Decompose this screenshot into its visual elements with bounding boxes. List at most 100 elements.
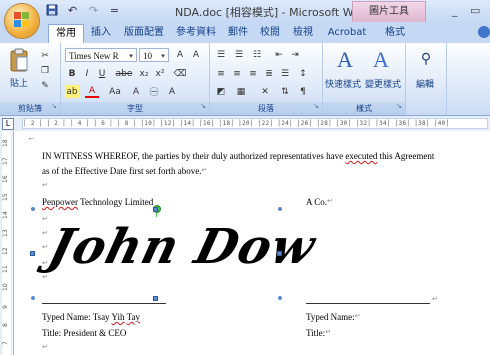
resize-handle-top-left[interactable] bbox=[31, 207, 35, 211]
tab-home[interactable]: 常用 bbox=[48, 24, 84, 44]
bullets-icon[interactable]: ☰ bbox=[214, 48, 228, 61]
resize-handle-top[interactable] bbox=[153, 207, 158, 212]
quick-styles-icon[interactable]: A bbox=[333, 47, 357, 73]
align-left-icon[interactable]: ≡ bbox=[214, 67, 228, 80]
justify-icon[interactable]: ≣ bbox=[262, 67, 276, 80]
italic-button[interactable]: I bbox=[80, 67, 94, 80]
resize-handle-right[interactable] bbox=[277, 251, 282, 256]
paragraph-mark: ↵ bbox=[354, 312, 361, 320]
multilevel-list-icon[interactable]: ☷ bbox=[250, 48, 264, 61]
change-styles-icon[interactable]: A bbox=[367, 47, 395, 73]
tab-selector-icon[interactable]: L bbox=[2, 118, 14, 130]
title-left[interactable]: Title: President & CEO bbox=[42, 328, 126, 338]
format-painter-icon[interactable]: ✎ bbox=[38, 79, 52, 92]
paragraph-mark: ↵ bbox=[327, 197, 333, 205]
ribbon: 貼上 ✂ ❐ ✎ 剪貼簿 ↘ Times New R ▾ 10 ▾ A A B I U… bbox=[0, 43, 490, 116]
show-marks-icon[interactable]: ¶ bbox=[296, 85, 310, 98]
clear-formatting-icon[interactable]: ⌫ bbox=[173, 67, 187, 80]
resize-handle-top-right[interactable] bbox=[278, 207, 282, 211]
vruler-mark: 18 bbox=[2, 139, 9, 147]
company-name-word: Penpower bbox=[42, 197, 78, 207]
tab-review[interactable]: 校閱 bbox=[256, 24, 284, 42]
resize-handle-bottom-right[interactable] bbox=[278, 296, 282, 300]
strikethrough-button[interactable]: abe bbox=[113, 67, 135, 80]
phonetic-guide-button[interactable]: A bbox=[165, 85, 179, 98]
font-color-button[interactable]: A bbox=[85, 85, 99, 98]
change-styles-label[interactable]: 變更樣式 bbox=[365, 77, 401, 90]
clipboard-label-text: 剪貼簿 bbox=[18, 104, 42, 113]
numbering-icon[interactable]: ☰ bbox=[232, 48, 246, 61]
tab-mailings[interactable]: 郵件 bbox=[224, 24, 252, 42]
witness-paragraph-line1[interactable]: IN WITNESS WHEREOF, the parties by their… bbox=[42, 151, 434, 161]
paragraph-mark: ↵ bbox=[325, 328, 332, 336]
title-right[interactable]: Title: ↵ bbox=[306, 328, 331, 338]
change-case-button[interactable]: Aa bbox=[105, 85, 125, 98]
minimize-button[interactable]: _ bbox=[452, 4, 458, 17]
paste-icon[interactable] bbox=[8, 47, 30, 73]
resize-handle-left[interactable] bbox=[30, 251, 35, 256]
grow-font-icon[interactable]: A bbox=[173, 48, 187, 61]
party-right-name[interactable]: A Co. ↵ bbox=[306, 197, 333, 207]
clipboard-launcher-icon[interactable]: ↘ bbox=[51, 100, 57, 113]
styles-launcher-icon[interactable]: ↘ bbox=[396, 100, 402, 113]
party-left-name[interactable]: Penpower Technology Limited bbox=[42, 197, 153, 207]
horizontal-ruler[interactable]: L │ 2 │ │ 2 │ │ 4 │ │ 6 │ │ 8 │ │10│ │12… bbox=[0, 116, 490, 132]
highlight-icon[interactable]: ab bbox=[65, 85, 79, 98]
tab-view[interactable]: 檢視 bbox=[288, 24, 318, 42]
paragraph-mark: ↵ bbox=[42, 181, 48, 189]
cut-icon[interactable]: ✂ bbox=[38, 49, 52, 62]
distribute-icon[interactable]: ☰ bbox=[278, 67, 292, 80]
align-right-icon[interactable]: ≡ bbox=[246, 67, 260, 80]
decrease-indent-icon[interactable]: ⇤ bbox=[272, 48, 286, 61]
typed-name-right[interactable]: Typed Name: ↵ bbox=[306, 312, 360, 322]
tab-format[interactable]: 格式 bbox=[378, 24, 412, 42]
font-group-label: 字型 ↘ bbox=[61, 102, 209, 115]
chinese-layout-icon[interactable]: ✕ bbox=[258, 85, 272, 98]
enclose-char-icon[interactable]: ㊀ bbox=[147, 85, 161, 98]
vertical-ruler[interactable]: 18 17 16 15 14 13 12 11 10 9 8 7 bbox=[0, 131, 14, 355]
font-size-dropdown-icon[interactable]: ▾ bbox=[158, 49, 168, 61]
vruler-mark: 14 bbox=[2, 211, 9, 219]
font-name-box[interactable]: Times New R ▾ bbox=[65, 48, 137, 62]
copy-icon[interactable]: ❐ bbox=[38, 64, 52, 77]
font-size-box[interactable]: 10 ▾ bbox=[139, 48, 169, 62]
signature-image[interactable]: John Dow bbox=[43, 219, 321, 275]
tab-insert[interactable]: 插入 bbox=[86, 24, 116, 42]
align-center-icon[interactable]: ≡ bbox=[230, 67, 244, 80]
save-icon[interactable] bbox=[44, 3, 59, 17]
tab-references[interactable]: 參考資料 bbox=[172, 24, 220, 42]
bold-button[interactable]: B bbox=[65, 67, 79, 80]
resize-handle-bottom-left[interactable] bbox=[31, 296, 35, 300]
paragraph-group-label: 段落 ↘ bbox=[210, 102, 322, 115]
borders-icon[interactable]: ▦ bbox=[234, 85, 248, 98]
shading-icon[interactable]: ◩ bbox=[214, 85, 228, 98]
subscript-button[interactable]: x₂ bbox=[137, 67, 151, 80]
resize-handle-bottom[interactable] bbox=[153, 296, 158, 301]
quick-styles-label[interactable]: 快速樣式 bbox=[325, 77, 361, 90]
editing-label[interactable]: 編輯 bbox=[416, 77, 434, 90]
restore-button[interactable]: ▭ bbox=[470, 4, 480, 17]
help-icon[interactable] bbox=[478, 26, 490, 38]
underline-button[interactable]: U bbox=[95, 67, 109, 80]
styles-group: A A 快速樣式 變更樣式 樣式 ↘ bbox=[323, 43, 406, 115]
superscript-button[interactable]: x² bbox=[153, 67, 167, 80]
increase-indent-icon[interactable]: ⇥ bbox=[288, 48, 302, 61]
sort-icon[interactable]: ⇅ bbox=[278, 85, 292, 98]
vruler-mark: 12 bbox=[2, 247, 9, 255]
undo-icon[interactable]: ↶ bbox=[65, 3, 80, 17]
line-spacing-icon[interactable]: ↕ bbox=[296, 67, 310, 80]
office-button[interactable] bbox=[5, 4, 39, 38]
redo-icon[interactable]: ↷ bbox=[86, 3, 101, 17]
font-launcher-icon[interactable]: ↘ bbox=[200, 100, 206, 113]
document-page[interactable]: ⌐ IN WITNESS WHEREOF, the parties by the… bbox=[14, 131, 490, 355]
tab-page-layout[interactable]: 版面配置 bbox=[120, 24, 168, 42]
tab-acrobat[interactable]: Acrobat bbox=[324, 24, 370, 42]
binoculars-icon[interactable]: ⚲ bbox=[416, 49, 436, 69]
paragraph-launcher-icon[interactable]: ↘ bbox=[313, 100, 319, 113]
typed-name-left[interactable]: Typed Name: Tsay Yih Tay bbox=[42, 312, 140, 322]
font-name-dropdown-icon[interactable]: ▾ bbox=[126, 49, 136, 61]
char-shading-button[interactable]: A bbox=[129, 85, 143, 98]
shrink-font-icon[interactable]: A bbox=[189, 48, 203, 61]
customize-quick-access-icon[interactable]: = bbox=[107, 3, 122, 17]
witness-paragraph-line2[interactable]: as of the Effective Date first set forth… bbox=[42, 166, 207, 176]
